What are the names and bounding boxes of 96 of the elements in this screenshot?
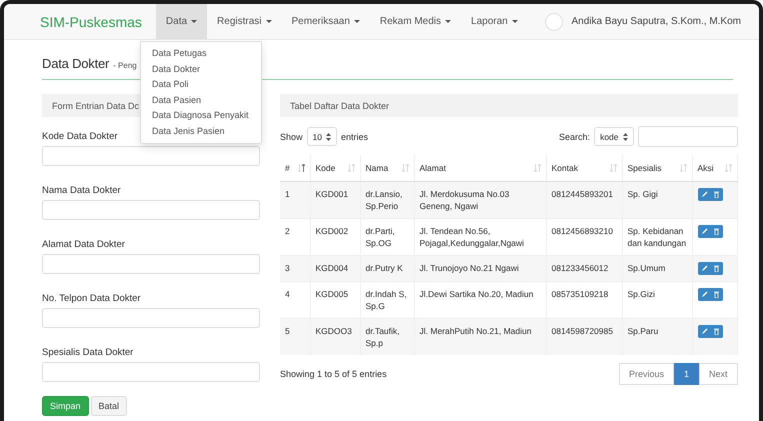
column-header[interactable]: Kode: [310, 155, 360, 181]
dropdown-item[interactable]: Data Jenis Pasien: [141, 124, 261, 139]
search-label: Search:: [559, 132, 590, 142]
pencil-icon[interactable]: [702, 328, 708, 334]
page-link[interactable]: Previous: [618, 362, 674, 384]
pencil-icon[interactable]: [702, 291, 708, 297]
table-cell: 0814598720985: [546, 318, 622, 354]
nav-menu[interactable]: Registrasi: [207, 4, 282, 39]
input-field[interactable]: [42, 308, 260, 328]
page-link[interactable]: 1: [674, 362, 699, 384]
caret-icon: [266, 20, 272, 23]
field-label: No. Telpon Data Dokter: [42, 293, 141, 304]
action-buttons[interactable]: [698, 224, 722, 238]
table-cell: Sp.Paru: [622, 318, 692, 354]
table-cell: Jl. Trunojoyo No.21 Ngawi: [414, 255, 546, 281]
field-label: Kode Data Dokter: [42, 131, 118, 142]
pencil-icon[interactable]: [702, 265, 708, 271]
field-label: Alamat Data Dokter: [42, 239, 125, 250]
input-field[interactable]: [42, 146, 260, 166]
pencil-icon[interactable]: [702, 191, 708, 197]
table-cell: 0812456893210: [546, 218, 622, 255]
column-header[interactable]: #: [280, 155, 310, 181]
trash-icon[interactable]: [714, 264, 718, 272]
table-cell: Sp. Gigi: [622, 181, 692, 218]
trash-icon[interactable]: [714, 290, 718, 298]
input-field[interactable]: [42, 254, 260, 274]
column-header[interactable]: Alamat: [414, 155, 546, 181]
nav-menu[interactable]: Laporan: [461, 4, 528, 39]
table-cell: 4: [280, 281, 310, 318]
table-cell: 081233456012: [546, 255, 622, 281]
table-cell: dr.Indah S, Sp.G: [360, 281, 414, 318]
trash-icon[interactable]: [714, 328, 718, 334]
table-cell: dr.Lansio, Sp.Perio: [360, 181, 414, 218]
page-title: Data Dokter: [42, 56, 110, 71]
action-buttons[interactable]: [698, 288, 722, 300]
table-cell: 3: [280, 255, 310, 281]
dropdown-item[interactable]: Data Poli: [141, 77, 261, 92]
table-cell: Sp.Umum: [622, 255, 692, 281]
column-header[interactable]: Kontak: [546, 155, 622, 181]
caret-icon: [512, 20, 518, 23]
pencil-icon[interactable]: [702, 228, 708, 234]
table-cell: 0812445893201: [546, 181, 622, 218]
column-header[interactable]: Nama: [360, 155, 414, 181]
table-cell: Jl. MerahPutih No.21, Madiun: [414, 318, 546, 354]
search-column-select[interactable]: kode: [594, 127, 634, 146]
caret-icon: [191, 20, 198, 23]
select-arrows-icon: [326, 132, 331, 140]
show-label: Show: [280, 132, 303, 142]
user-name[interactable]: Andika Bayu Saputra, S.Kom., M.Kom: [571, 16, 741, 27]
input-field[interactable]: [42, 200, 260, 220]
cancel-button[interactable]: Batal: [90, 396, 128, 416]
page-link[interactable]: Next: [698, 362, 738, 384]
action-buttons[interactable]: [698, 324, 722, 338]
action-buttons[interactable]: [698, 262, 722, 274]
table-cell: KGD002: [310, 218, 360, 255]
nav-menu[interactable]: Rekam Medis: [370, 4, 462, 39]
table-cell: 2: [280, 218, 310, 255]
nav-menu[interactable]: Data: [156, 4, 208, 39]
table-cell: KGD001: [310, 181, 360, 218]
select-arrows-icon: [622, 132, 628, 140]
table-cell: Jl. Merdokusuma No.03 Geneng, Ngawi: [414, 181, 546, 218]
column-header[interactable]: Spesialis: [622, 155, 692, 181]
table-info: Showing 1 to 5 of 5 entries: [280, 368, 387, 378]
table-cell: KGDOO3: [310, 318, 360, 354]
search-field[interactable]: [638, 126, 738, 147]
dropdown-item[interactable]: Data Dokter: [141, 62, 261, 77]
dropdown-item[interactable]: Data Pasien: [141, 92, 261, 108]
sort-icon[interactable]: [298, 164, 304, 172]
entries-label: entries: [340, 132, 368, 142]
page-subtitle: - Peng: [113, 61, 137, 70]
table-cell: dr.Putry K: [360, 255, 414, 281]
action-buttons[interactable]: [698, 188, 722, 200]
input-field[interactable]: [42, 362, 260, 382]
caret-icon: [354, 20, 360, 23]
table-cell: KGD004: [310, 255, 360, 281]
table-cell: Jl. Tendean No.56, Pojagal,Kedunggalar,Ngawi: [414, 218, 546, 255]
field-label: Spesialis Data Dokter: [42, 347, 134, 358]
trash-icon[interactable]: [714, 190, 718, 198]
table-cell: 1: [280, 181, 310, 218]
page-size-select[interactable]: 10: [306, 127, 337, 146]
nav-menu[interactable]: Pemeriksaan: [282, 4, 370, 39]
table-cell: Sp.Gizi: [622, 281, 692, 318]
dropdown-item[interactable]: Data Petugas: [141, 46, 261, 62]
table-cell: 5: [280, 318, 310, 354]
table-cell: Jl.Dewi Sartika No.20, Madiun: [414, 281, 546, 318]
column-header[interactable]: Aksi: [692, 155, 737, 181]
table-cell: dr.Parti, Sp.OG: [360, 218, 414, 255]
caret-icon: [445, 20, 452, 23]
table-cell: dr.Taufik, Sp.p: [360, 318, 414, 354]
table-cell: 085735109218: [546, 281, 622, 318]
user-avatar: [545, 12, 564, 30]
field-label: Nama Data Dokter: [42, 185, 121, 196]
table-cell: Sp. Kebidanan dan kandungan: [622, 218, 692, 255]
table-heading: Tabel Daftar Data Dokter: [280, 94, 738, 117]
table-cell: KGD005: [310, 281, 360, 318]
trash-icon[interactable]: [714, 228, 718, 234]
